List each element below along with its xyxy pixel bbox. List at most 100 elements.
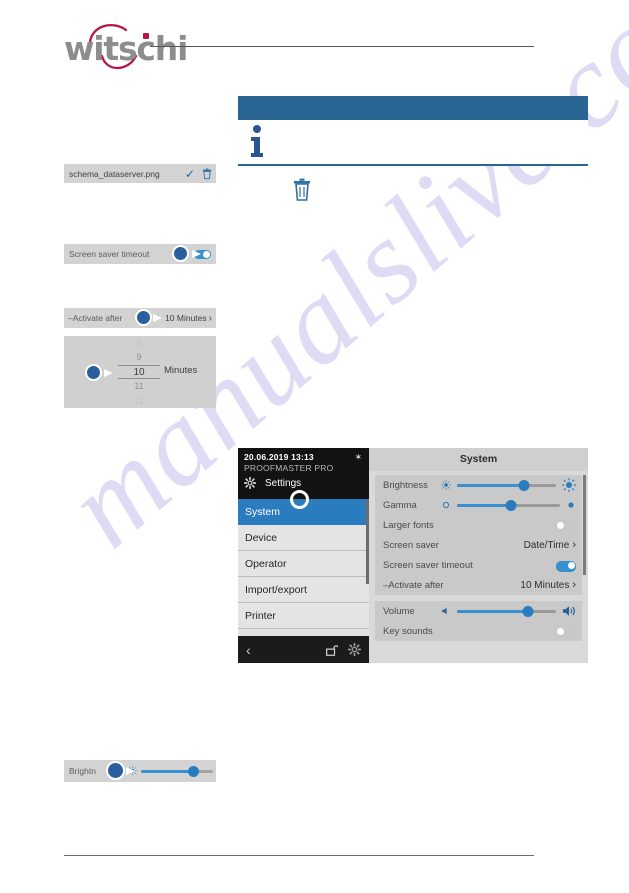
row-label: Screen saver (383, 539, 439, 551)
chevron-right-icon[interactable]: › (572, 579, 576, 591)
picker-wheel[interactable]: 8 9 10 11 12 (118, 336, 160, 408)
touch-arrow (153, 314, 163, 322)
row-larger-fonts[interactable]: Larger fonts (375, 515, 582, 535)
row-control[interactable] (441, 499, 576, 511)
slider-knob[interactable] (522, 605, 534, 617)
panel-scrollbar[interactable] (583, 475, 586, 575)
gamma-high-icon (568, 502, 574, 508)
sidebar-item-label: Import/export (245, 584, 307, 596)
callout-screen-saver-timeout: Screen saver timeout (64, 244, 216, 264)
callout-brightness-slider: Brightn (64, 760, 216, 782)
chevron-right-icon[interactable]: › (209, 313, 216, 324)
callout-file-row: schema_dataserver.png ✓ (64, 164, 216, 183)
device-screen-title-row: Settings (244, 477, 363, 489)
display-settings-card: Brightness Gamma Larger fonts Screen sav… (375, 475, 582, 595)
row-volume[interactable]: Volume (375, 601, 582, 621)
row-control[interactable]: 10 Minutes › (520, 579, 576, 591)
key-sounds-toggle[interactable] (546, 624, 576, 638)
slider-knob[interactable] (188, 766, 199, 777)
unlock-icon[interactable] (324, 643, 338, 657)
note-body (238, 120, 588, 164)
back-icon[interactable]: ‹ (246, 643, 251, 657)
row-control[interactable] (441, 478, 576, 492)
bluetooth-icon: ✶ (354, 452, 362, 462)
screen-saver-timeout-label: Screen saver timeout (69, 249, 150, 259)
device-screen-title: Settings (265, 477, 302, 489)
volume-mute-icon (442, 607, 447, 615)
sidebar-item-label: System (245, 506, 281, 518)
file-name: schema_dataserver.png (69, 168, 160, 179)
trash-icon (294, 178, 310, 201)
slider-fill (457, 609, 529, 613)
toggle-off-state (556, 627, 576, 638)
touch-dot (106, 761, 125, 780)
picker-unit-label: Minutes (164, 365, 198, 376)
sidebar-item-import-export[interactable]: Import/export (238, 577, 369, 603)
slider-knob[interactable] (505, 499, 517, 511)
slider-track[interactable] (457, 499, 560, 511)
activate-after-value: 10 Minutes (165, 313, 207, 323)
row-label: Gamma (383, 499, 417, 511)
sound-settings-card: Volume Key sounds (375, 601, 582, 641)
note-box (238, 96, 588, 166)
touch-dot (172, 245, 189, 262)
chevron-right-icon[interactable]: › (572, 539, 576, 551)
row-control[interactable] (441, 604, 576, 618)
row-screen-saver-timeout[interactable]: Screen saver timeout (375, 555, 582, 575)
info-icon (251, 125, 263, 157)
screen-saver-timeout-toggle[interactable] (170, 244, 216, 264)
row-label: –Activate after (383, 579, 444, 591)
activate-after-touch-area[interactable] (133, 308, 165, 328)
row-control[interactable]: Date/Time › (524, 539, 576, 551)
picker-option[interactable]: 12 (118, 394, 160, 408)
row-activate-after[interactable]: –Activate after 10 Minutes › (375, 575, 582, 595)
brand-dot (143, 33, 149, 39)
device-datetime: 20.06.2019 13:13 (244, 452, 314, 462)
row-value: 10 Minutes (520, 579, 570, 591)
sidebar-item-label: Printer (245, 610, 276, 622)
panel-title: System (369, 448, 588, 471)
row-screen-saver[interactable]: Screen saver Date/Time › (375, 535, 582, 555)
row-key-sounds[interactable]: Key sounds (375, 621, 582, 641)
gamma-slider[interactable] (441, 499, 576, 511)
volume-high-icon (562, 606, 575, 616)
picker-option[interactable]: 8 (118, 336, 160, 350)
slider-knob[interactable] (518, 479, 530, 491)
brightness-slider[interactable] (106, 760, 216, 782)
sidebar-item-device[interactable]: Device (238, 525, 369, 551)
gear-icon[interactable] (348, 643, 361, 656)
slider-fill (457, 483, 525, 487)
brightness-label: Brightn (69, 766, 96, 776)
larger-fonts-toggle[interactable] (546, 518, 576, 532)
row-gamma[interactable]: Gamma (375, 495, 582, 515)
sidebar-item-printer[interactable]: Printer (238, 603, 369, 629)
device-model: PROOFMASTER PRO (244, 463, 334, 473)
trash-icon[interactable] (198, 168, 216, 180)
toggle-off-state (556, 521, 576, 532)
slider-fill (457, 503, 511, 507)
picker-option[interactable]: 11 (118, 379, 160, 393)
sidebar-item-label: Device (245, 532, 278, 544)
gear-icon (244, 477, 256, 489)
row-label: Screen saver timeout (383, 559, 473, 571)
volume-slider[interactable] (441, 604, 576, 618)
slider-track[interactable] (457, 605, 556, 617)
touch-dot (135, 309, 153, 326)
sidebar-item-label: Operator (245, 558, 287, 570)
touch-arrow (192, 250, 201, 258)
sidebar-item-operator[interactable]: Operator (238, 551, 369, 577)
picker-option-selected[interactable]: 10 (118, 364, 160, 380)
note-underline (238, 164, 588, 166)
callout-activate-after: –Activate after 10 Minutes › (64, 308, 216, 328)
check-icon[interactable]: ✓ (182, 168, 198, 180)
picker-option[interactable]: 9 (118, 350, 160, 364)
slider-track[interactable] (457, 479, 556, 491)
row-brightness[interactable]: Brightness (375, 475, 582, 495)
note-header-bar (238, 96, 588, 120)
brand-logo: witschi (64, 24, 188, 72)
brightness-slider[interactable] (441, 478, 576, 492)
touch-dot (290, 490, 309, 509)
header-rule (150, 46, 534, 47)
screen-saver-timeout-toggle[interactable] (546, 558, 576, 572)
device-nav-bar: ‹ (238, 636, 369, 663)
